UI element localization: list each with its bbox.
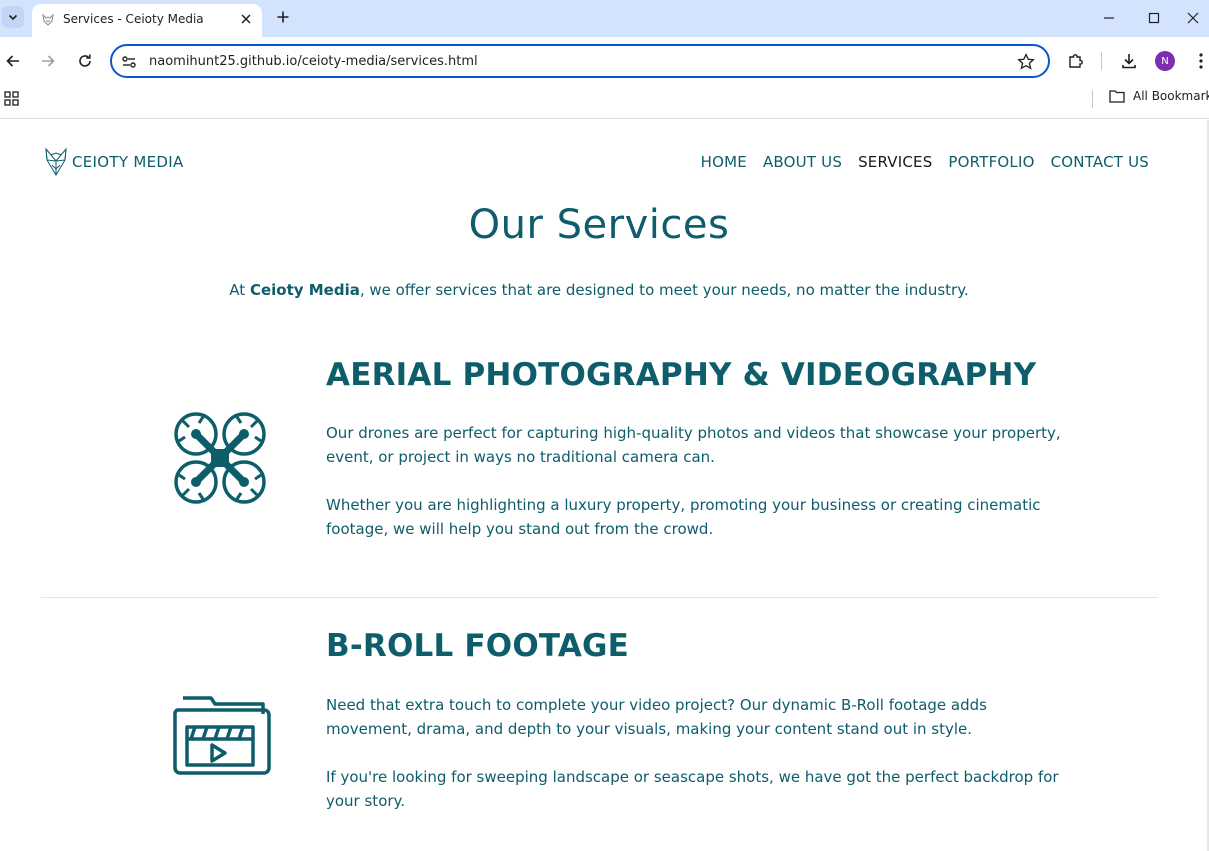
toolbar-separator (1101, 52, 1102, 70)
more-vert-icon (1199, 53, 1203, 69)
wolf-logo-icon (45, 147, 67, 176)
url-text: naomihunt25.github.io/ceioty-media/servi… (149, 54, 478, 69)
back-button[interactable] (1, 49, 25, 73)
service-paragraph: Need that extra touch to complete your v… (326, 696, 987, 738)
minimize-button[interactable] (1086, 0, 1132, 36)
service-title: B-ROLL FOOTAGE (326, 628, 630, 664)
browser-menu-button[interactable] (1189, 49, 1209, 73)
arrow-left-icon (6, 55, 19, 67)
all-bookmarks-label: All Bookmarks (1133, 89, 1209, 103)
address-bar[interactable]: naomihunt25.github.io/ceioty-media/servi… (110, 44, 1050, 78)
nav-about-us[interactable]: ABOUT US (763, 153, 842, 171)
main-nav: HOME ABOUT US SERVICES PORTFOLIO CONTACT… (701, 153, 1149, 171)
bookmark-star-icon[interactable] (1016, 52, 1036, 72)
profile-avatar[interactable]: N (1155, 51, 1175, 71)
service-paragraph: Our drones are perfect for capturing hig… (326, 424, 1061, 466)
site-info-icon (122, 56, 136, 68)
nav-contact-us[interactable]: CONTACT US (1051, 153, 1149, 171)
nav-services[interactable]: SERVICES (858, 153, 932, 171)
intro-prefix: At (229, 281, 250, 299)
apps-grid-icon[interactable] (4, 91, 20, 107)
service-paragraph: Whether you are highlighting a luxury pr… (326, 496, 1041, 538)
wolf-favicon-icon (42, 13, 54, 26)
forward-button[interactable] (36, 49, 60, 73)
active-tab[interactable]: Services - Ceioty Media (32, 4, 262, 37)
download-icon (1122, 54, 1136, 69)
logo-text: CEIOTY MEDIA (72, 153, 184, 171)
maximize-icon (1148, 12, 1160, 24)
intro-brand: Ceioty Media (249, 281, 360, 299)
minimize-icon (1104, 17, 1114, 19)
reload-icon (79, 54, 91, 67)
plus-icon (277, 11, 289, 23)
nav-portfolio[interactable]: PORTFOLIO (948, 153, 1034, 171)
tab-search-button[interactable] (2, 6, 24, 28)
chevron-down-icon (8, 14, 18, 21)
tab-title: Services - Ceioty Media (63, 12, 204, 26)
arrow-right-icon (42, 55, 55, 67)
folder-icon (1109, 90, 1125, 103)
bookmarks-bar: All Bookmarks (0, 85, 1209, 119)
downloads-button[interactable] (1117, 49, 1141, 73)
web-page: CEIOTY MEDIA HOME ABOUT US SERVICES PORT… (0, 120, 1209, 851)
intro-text: At Ceioty Media, we offer services that … (0, 281, 1198, 299)
intro-suffix: , we offer services that are designed to… (359, 281, 969, 299)
all-bookmarks-button[interactable]: All Bookmarks (1109, 89, 1209, 103)
drone-icon (174, 412, 266, 504)
reload-button[interactable] (73, 49, 97, 73)
browser-toolbar: naomihunt25.github.io/ceioty-media/servi… (0, 37, 1209, 85)
section-divider (41, 597, 1158, 598)
puzzle-icon (1069, 54, 1083, 68)
extensions-button[interactable] (1064, 49, 1088, 73)
bookmarks-separator (1092, 90, 1093, 108)
service-title: AERIAL PHOTOGRAPHY & VIDEOGRAPHY (326, 357, 1037, 393)
video-folder-icon (173, 696, 271, 775)
close-icon (1187, 12, 1199, 24)
close-icon (241, 14, 251, 24)
service-paragraph: If you're looking for sweeping landscape… (326, 768, 1059, 810)
site-logo-link[interactable]: CEIOTY MEDIA (43, 147, 184, 177)
new-tab-button[interactable] (272, 6, 294, 28)
maximize-button[interactable] (1131, 0, 1177, 36)
nav-home[interactable]: HOME (701, 153, 747, 171)
tab-strip: Services - Ceioty Media (0, 0, 1209, 37)
close-window-button[interactable] (1177, 0, 1209, 36)
tab-close-button[interactable] (237, 10, 255, 28)
page-title: Our Services (468, 202, 730, 248)
